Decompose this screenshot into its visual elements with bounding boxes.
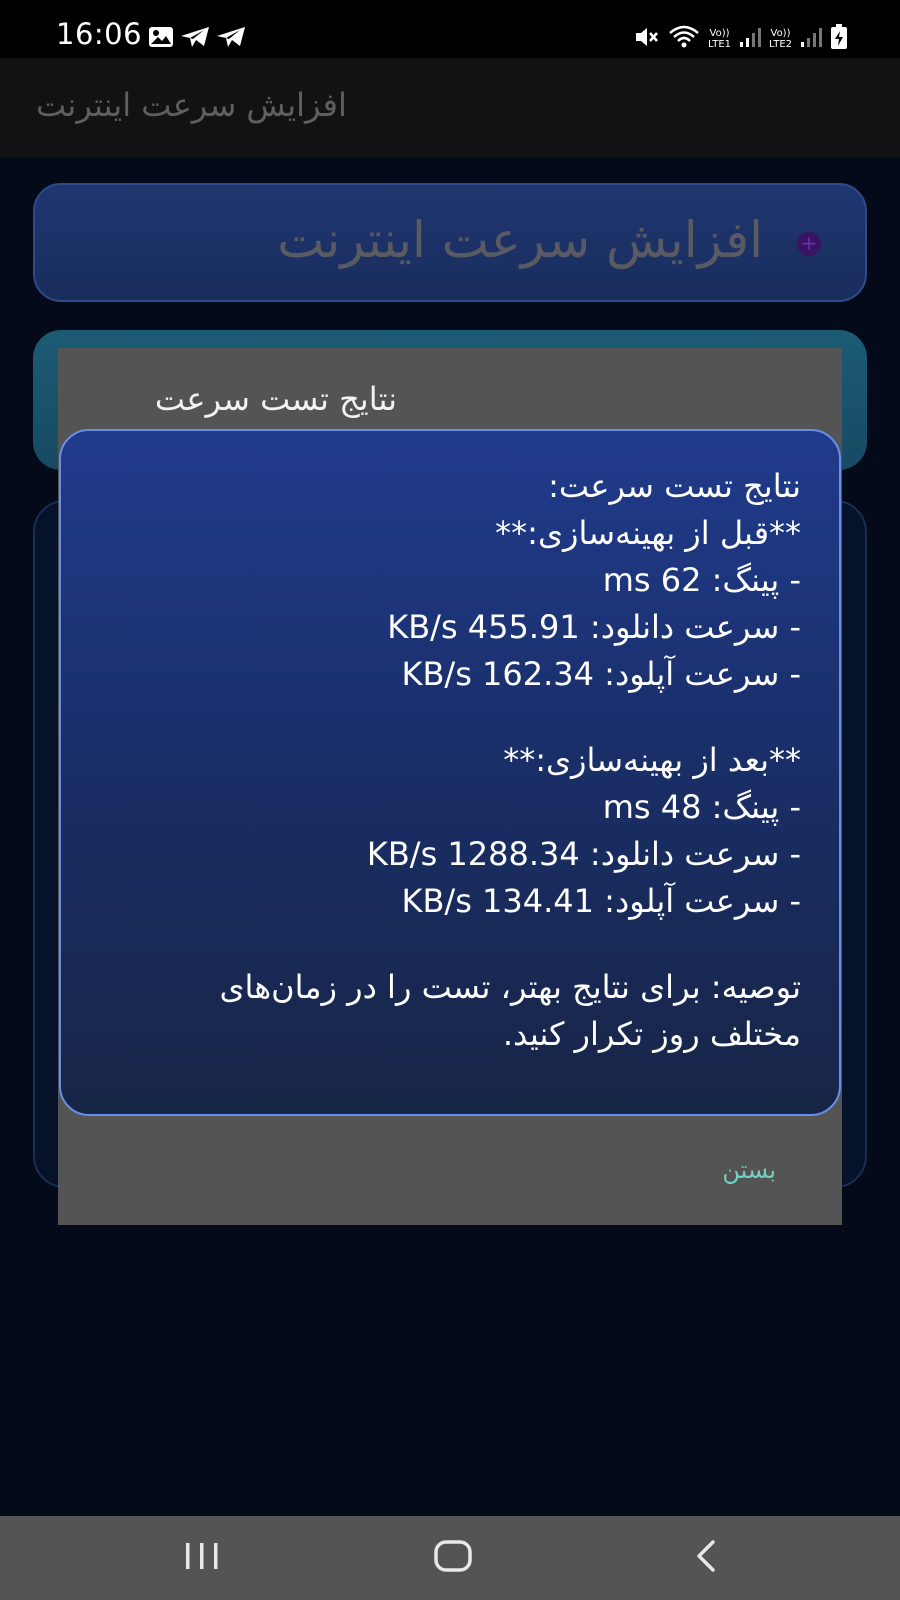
back-button[interactable] bbox=[646, 1516, 766, 1600]
image-icon bbox=[148, 26, 174, 52]
mute-icon bbox=[634, 25, 660, 53]
sim1-label: Vo)) LTE1 bbox=[708, 28, 731, 50]
status-time: 16:06 bbox=[56, 17, 143, 51]
dialog-title: نتایج تست سرعت bbox=[154, 380, 397, 418]
header-card: افزایش سرعت اینترنت + bbox=[33, 183, 867, 302]
after-heading: **بعد از بهینه‌سازی:** bbox=[503, 741, 801, 779]
signal-icon bbox=[800, 26, 822, 52]
tip-line-2: مختلف روز تکرار کنید. bbox=[502, 1015, 801, 1053]
telegram-icon bbox=[180, 26, 210, 52]
back-icon bbox=[693, 1539, 719, 1577]
before-ping: - پینگ: 62 ms bbox=[602, 561, 801, 599]
sim2-volte: Vo)) bbox=[770, 28, 791, 39]
nav-bar bbox=[0, 1516, 900, 1600]
recent-apps-icon bbox=[184, 1541, 220, 1575]
status-left-icons bbox=[148, 26, 246, 52]
close-button[interactable]: بستن bbox=[722, 1156, 776, 1184]
wifi-icon bbox=[668, 25, 700, 53]
telegram-icon bbox=[216, 26, 246, 52]
home-icon bbox=[434, 1540, 472, 1576]
sim2-label: Vo)) LTE2 bbox=[769, 28, 792, 50]
after-download: - سرعت دانلود: 1288.34 KB/s bbox=[366, 835, 801, 873]
after-upload: - سرعت آپلود: 134.41 KB/s bbox=[401, 882, 801, 920]
before-download: - سرعت دانلود: 455.91 KB/s bbox=[387, 608, 801, 646]
home-button[interactable] bbox=[393, 1516, 513, 1600]
before-upload: - سرعت آپلود: 162.34 KB/s bbox=[401, 655, 801, 693]
sim1-volte: Vo)) bbox=[709, 28, 730, 39]
sim1-lte: LTE1 bbox=[708, 39, 732, 50]
before-heading: **قبل از بهینه‌سازی:** bbox=[495, 514, 801, 552]
signal-icon bbox=[739, 26, 762, 52]
after-ping: - پینگ: 48 ms bbox=[602, 788, 801, 826]
app-bar-title: افزایش سرعت اینترنت bbox=[36, 86, 347, 124]
sim2-lte: LTE2 bbox=[769, 39, 792, 50]
results-card: نتایج تست سرعت: **قبل از بهینه‌سازی:** -… bbox=[59, 429, 841, 1116]
app-bar: افزایش سرعت اینترنت bbox=[0, 58, 900, 158]
tip-line-1: توصیه: برای نتایج بهتر، تست را در زمان‌ه… bbox=[219, 968, 801, 1006]
screen: 16:06 Vo)) LTE1 Vo)) LTE2 افزایش سرعت ای… bbox=[0, 0, 900, 1600]
battery-charging-icon bbox=[830, 24, 848, 54]
recent-apps-button[interactable] bbox=[142, 1516, 262, 1600]
header-title: افزایش سرعت اینترنت bbox=[277, 211, 763, 269]
status-right-icons: Vo)) LTE1 Vo)) LTE2 bbox=[634, 24, 848, 54]
plus-dot-icon: + bbox=[797, 232, 821, 256]
results-dialog: نتایج تست سرعت نتایج تست سرعت: **قبل از … bbox=[58, 348, 842, 1225]
results-heading: نتایج تست سرعت: bbox=[548, 467, 801, 505]
status-bar: 16:06 Vo)) LTE1 Vo)) LTE2 bbox=[0, 0, 900, 58]
